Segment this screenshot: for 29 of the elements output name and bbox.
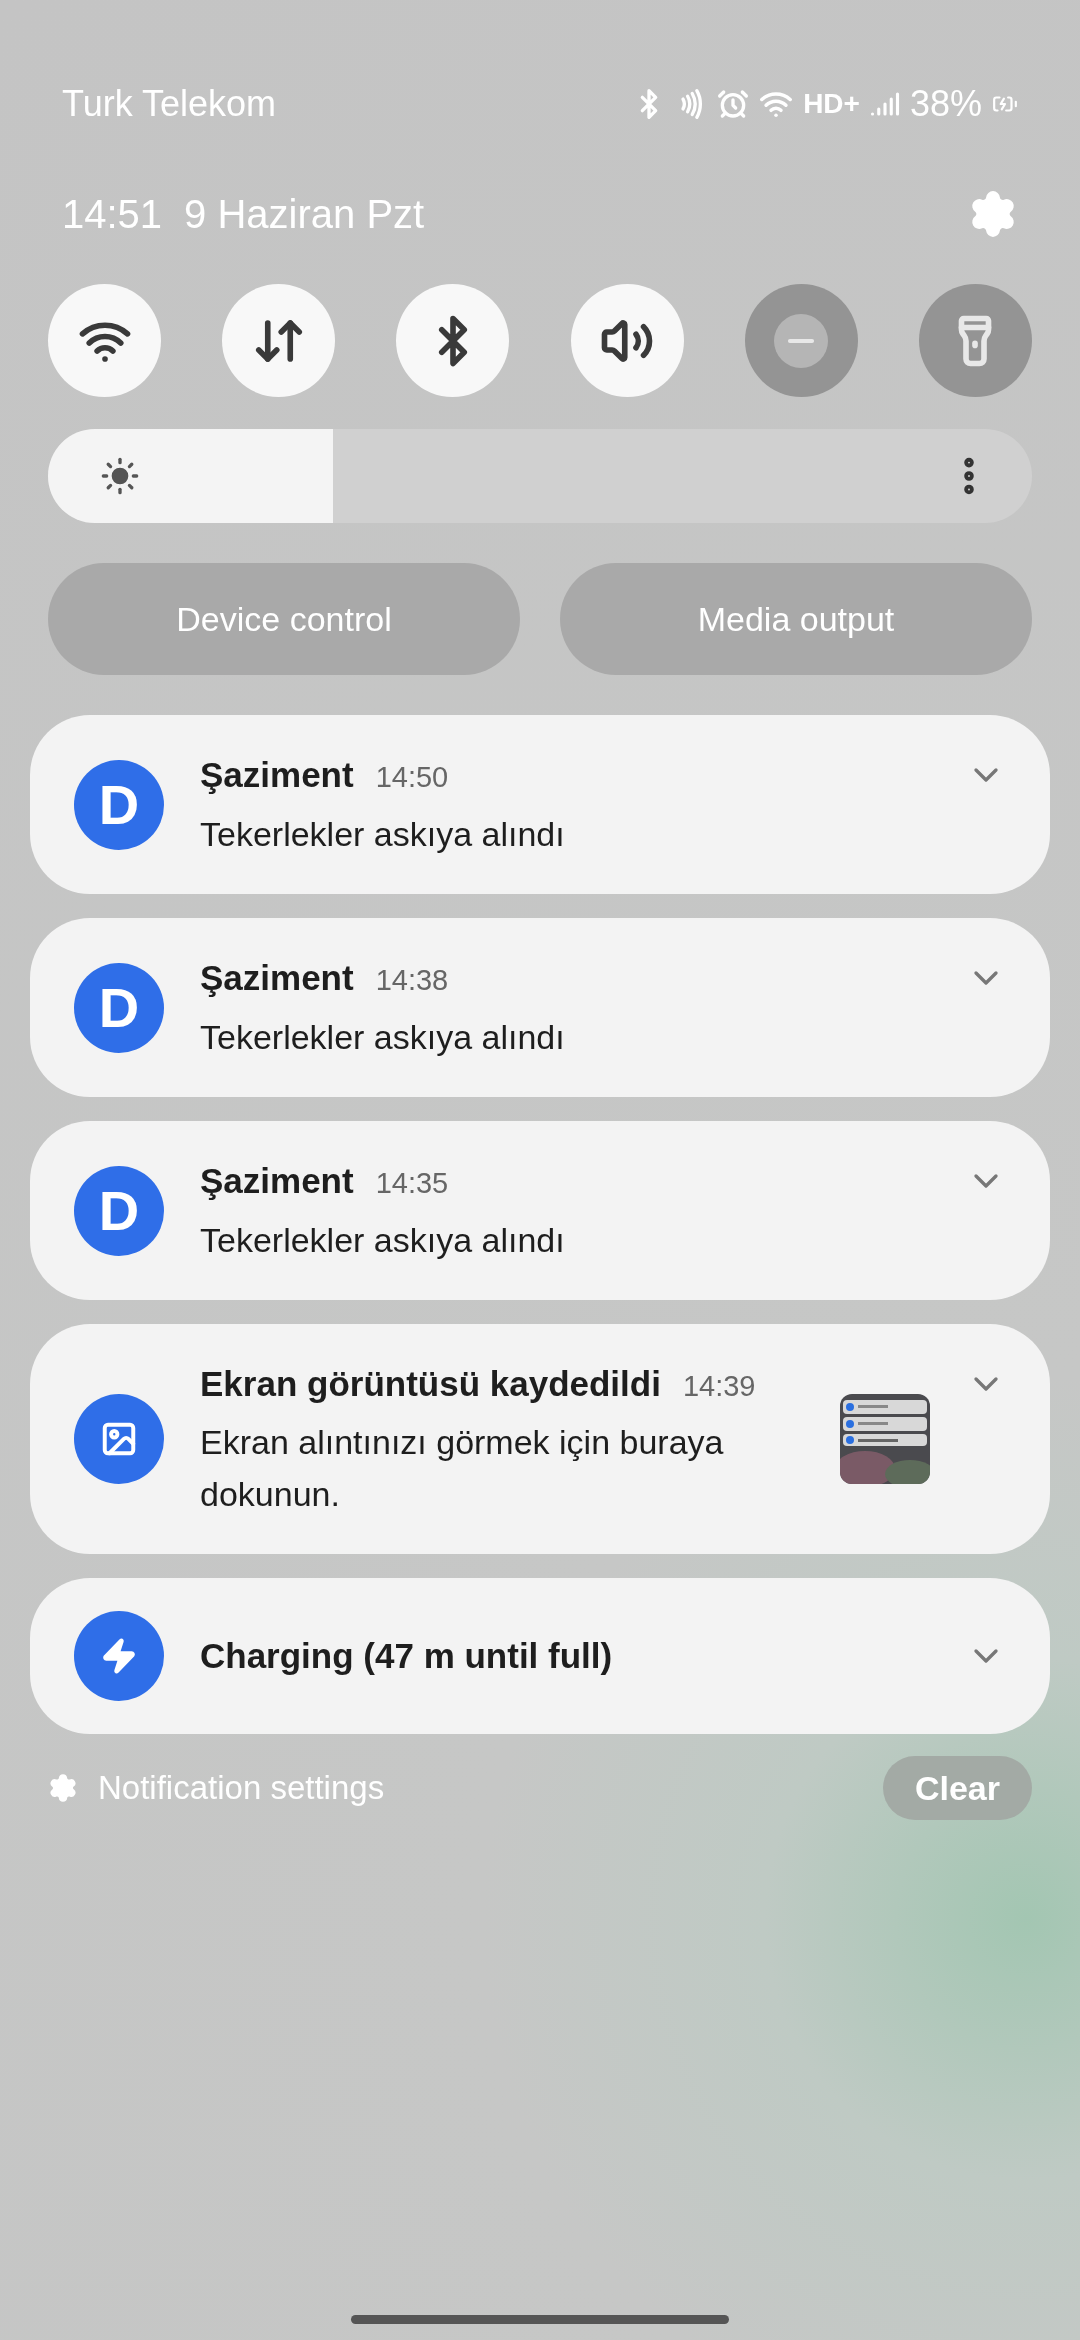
clock-time: 14:51 bbox=[62, 191, 163, 238]
notification-card[interactable]: D Şaziment 14:35 Tekerlekler askıya alındı bbox=[30, 1121, 1050, 1300]
date-text: 9 Haziran Pzt bbox=[184, 191, 425, 238]
carrier-name: Turk Telekom bbox=[62, 82, 277, 126]
notification-text: Tekerlekler askıya alındı bbox=[200, 813, 566, 855]
app-icon: D bbox=[74, 1165, 164, 1256]
app-icon: D bbox=[74, 759, 164, 850]
notification-card[interactable]: Ekran görüntüsü kaydedildi 14:39 Ekran alıntınızı görmek için buraya dokunun. bbox=[30, 1324, 1050, 1554]
alarm-icon bbox=[717, 88, 750, 120]
notification-card[interactable]: Charging (47 m until full) bbox=[30, 1578, 1050, 1734]
notification-time: 14:35 bbox=[375, 1166, 449, 1202]
signal-icon bbox=[869, 89, 900, 119]
notification-title: Şaziment bbox=[200, 1160, 354, 1203]
notification-time: 14:39 bbox=[682, 1368, 756, 1404]
notification-title: Charging (47 m until full) bbox=[200, 1634, 613, 1677]
notification-title: Şaziment bbox=[200, 754, 354, 797]
notification-text: Tekerlekler askıya alındı bbox=[200, 1016, 566, 1058]
brightness-icon bbox=[100, 456, 140, 496]
battery-percent: 38% bbox=[909, 82, 982, 126]
notification-time: 14:38 bbox=[375, 963, 449, 999]
notification-title: Ekran görüntüsü kaydedildi bbox=[200, 1362, 661, 1405]
app-icon: D bbox=[74, 962, 164, 1053]
notification-card[interactable]: D Şaziment 14:38 Tekerlekler askıya alındı bbox=[30, 918, 1050, 1097]
notification-title: Şaziment bbox=[200, 957, 354, 1000]
notification-text: Tekerlekler askıya alındı bbox=[200, 1219, 566, 1261]
notification-time: 14:50 bbox=[375, 760, 449, 796]
notification-card[interactable]: D Şaziment 14:50 Tekerlekler askıya alındı bbox=[30, 715, 1050, 894]
notification-text: Ekran alıntınızı görmek için buraya dokunun. bbox=[200, 1422, 725, 1516]
network-label: HD+ bbox=[803, 87, 860, 121]
